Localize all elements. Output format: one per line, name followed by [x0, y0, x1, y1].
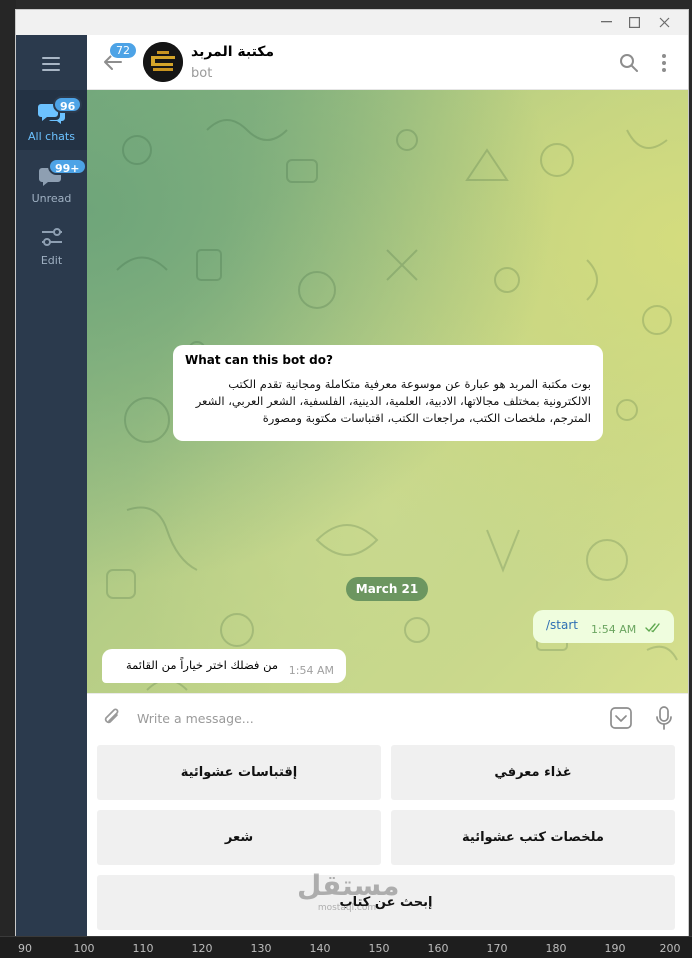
folder-unread[interactable]: 99+ Unread — [16, 152, 87, 212]
minimize-icon[interactable] — [596, 13, 616, 31]
double-check-icon — [645, 623, 660, 633]
microphone-icon[interactable] — [654, 705, 674, 731]
unread-badge: 99+ — [48, 158, 87, 175]
avatar[interactable] — [143, 42, 183, 82]
watermark-latin: mostaql.com — [317, 903, 377, 913]
ruler-tick: 190 — [604, 942, 626, 955]
message-text[interactable]: /start — [546, 618, 578, 632]
bot-info-description: بوت مكتبة المربد هو عبارة عن موسوعة معرف… — [195, 377, 591, 425]
message-time: 1:54 AM — [288, 664, 334, 677]
message-text: من فضلك اختر خياراً من القائمة — [125, 658, 278, 672]
window-titlebar — [16, 10, 688, 35]
all-chats-badge: 96 — [53, 96, 83, 113]
chat-header: 72 مكتبة المربد bot — [87, 35, 688, 90]
incoming-message[interactable]: من فضلك اختر خياراً من القائمة 1:54 AM — [102, 649, 346, 683]
search-icon[interactable] — [618, 52, 640, 74]
ruler-tick: 100 — [73, 942, 95, 955]
message-time: 1:54 AM — [591, 623, 637, 636]
maximize-icon[interactable] — [624, 13, 644, 31]
desktop-background — [0, 0, 16, 940]
watermark-logo: مستقل mostaql.com — [297, 869, 400, 933]
unread-count-badge: 72 — [109, 42, 137, 59]
bot-info-card: What can this bot do? بوت مكتبة المربد ه… — [173, 345, 603, 441]
bot-info-title: What can this bot do? — [185, 353, 333, 367]
reply-button-poetry[interactable]: شعر — [97, 810, 381, 865]
folders-sidebar: 96 All chats 99+ Unread Edit — [16, 35, 87, 936]
folder-edit[interactable]: Edit — [16, 214, 87, 274]
chat-subtitle: bot — [191, 66, 213, 81]
chat-area[interactable]: What can this bot do? بوت مكتبة المربد ه… — [87, 90, 688, 693]
paperclip-icon[interactable] — [101, 706, 123, 730]
folder-label: All chats — [28, 130, 75, 143]
ruler-tick: 150 — [368, 942, 390, 955]
message-composer — [87, 693, 688, 741]
folder-label: Edit — [40, 254, 63, 267]
ruler-tick: 120 — [191, 942, 213, 955]
telegram-window: 96 All chats 99+ Unread Edit 72 مكتبة ال… — [16, 10, 688, 936]
ruler-tick: 170 — [486, 942, 508, 955]
outgoing-message[interactable]: /start 1:54 AM — [533, 610, 674, 643]
date-separator: March 21 — [346, 577, 428, 601]
ruler-tick: 200 — [659, 942, 681, 955]
reply-button-random-quotes[interactable]: إقتباسات عشوائية — [97, 745, 381, 800]
folder-all-chats[interactable]: 96 All chats — [16, 90, 87, 150]
ruler-tick: 130 — [250, 942, 272, 955]
folder-label: Unread — [31, 192, 72, 205]
menu-icon[interactable] — [42, 57, 60, 71]
ruler-tick: 110 — [132, 942, 154, 955]
bottom-ruler: 90 100 110 120 130 140 150 160 170 180 1… — [0, 936, 692, 958]
reply-button-knowledge[interactable]: غذاء معرفي — [391, 745, 675, 800]
ruler-tick: 180 — [545, 942, 567, 955]
bot-keyboard-icon[interactable] — [609, 706, 633, 730]
close-icon[interactable] — [654, 13, 674, 31]
ruler-tick: 90 — [18, 942, 32, 955]
message-input[interactable] — [137, 704, 597, 732]
watermark-arabic: مستقل — [297, 869, 400, 902]
more-vertical-icon[interactable] — [653, 52, 675, 74]
reply-button-random-summaries[interactable]: ملخصات كتب عشوائية — [391, 810, 675, 865]
ruler-tick: 140 — [309, 942, 331, 955]
ruler-tick: 160 — [427, 942, 449, 955]
sliders-icon — [42, 228, 62, 246]
bot-reply-keyboard: غذاء معرفي إقتباسات عشوائية ملخصات كتب ع… — [87, 741, 688, 936]
chat-title: مكتبة المربد — [191, 44, 275, 60]
